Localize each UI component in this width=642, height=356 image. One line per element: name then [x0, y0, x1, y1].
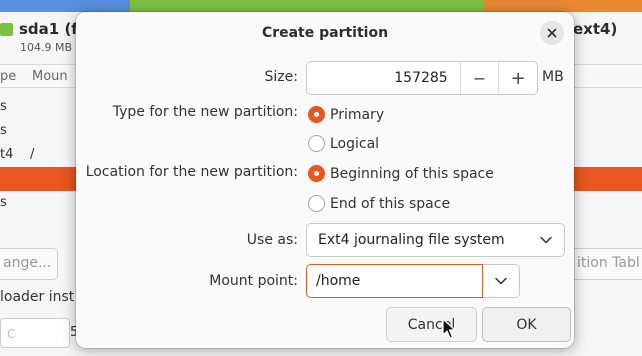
radio-end-indicator[interactable]	[308, 195, 325, 212]
table-cell-mount: /	[30, 147, 35, 162]
chevron-down-icon	[540, 236, 552, 244]
size-decrement-button[interactable]: −	[459, 62, 499, 94]
bootloader-device-text: C	[7, 327, 16, 341]
partition-legend-left: sda1 (fa	[0, 20, 88, 38]
table-cell: s	[0, 195, 7, 210]
ok-button-label: OK	[516, 316, 537, 333]
radio-logical[interactable]: Logical	[308, 135, 379, 152]
minus-icon: −	[472, 68, 487, 88]
mount-point-label: Mount point:	[209, 273, 298, 289]
change-button[interactable]: ange...	[0, 248, 58, 280]
radio-primary-indicator[interactable]	[308, 106, 325, 123]
mouse-pointer-icon	[442, 318, 456, 339]
partition-type-label: Type for the new partition:	[112, 104, 298, 120]
disk-bar-segment-1	[0, 0, 130, 12]
partition-location-label: Location for the new partition:	[85, 164, 298, 180]
disk-bar-segment-3	[484, 0, 642, 12]
column-type-header: pe	[0, 69, 17, 84]
close-button[interactable]	[540, 21, 564, 45]
disk-bar-segment-2	[130, 0, 484, 12]
size-input[interactable]: 157285	[307, 62, 460, 94]
radio-beginning-label: Beginning of this space	[330, 165, 494, 182]
new-partition-table-label: ition Tabl	[577, 255, 640, 271]
filesystem-select[interactable]: Ext4 journaling file system	[306, 223, 565, 257]
bootloader-device-select[interactable]: C	[0, 318, 70, 348]
change-button-label: ange...	[3, 255, 52, 271]
disk-usage-bar	[0, 0, 642, 12]
mount-point-dropdown-button[interactable]	[483, 264, 520, 298]
radio-logical-label: Logical	[330, 135, 380, 152]
dialog-title: Create partition	[261, 25, 389, 41]
table-cell: s	[0, 123, 7, 138]
size-increment-button[interactable]: +	[498, 62, 537, 94]
use-as-label: Use as:	[246, 232, 298, 248]
table-cell: t4	[0, 147, 14, 162]
chevron-down-icon	[495, 277, 507, 285]
partition-legend-right: ext4)	[573, 20, 618, 38]
ok-button[interactable]: OK	[482, 307, 571, 342]
size-spinbox[interactable]: 157285 − +	[306, 61, 538, 95]
radio-beginning[interactable]: Beginning of this space	[308, 165, 494, 182]
mount-point-input[interactable]: /home	[306, 264, 483, 298]
create-partition-dialog: Create partition Size: 157285 − + MB Typ…	[76, 12, 574, 348]
partition-legend-size: 104.9 MB	[20, 41, 73, 54]
partition-color-swatch	[0, 22, 13, 36]
filesystem-select-value: Ext4 journaling file system	[318, 232, 505, 248]
close-icon	[547, 28, 557, 38]
radio-end-label: End of this space	[330, 195, 451, 212]
new-partition-table-button[interactable]: ition Tabl	[566, 248, 642, 280]
radio-beginning-indicator[interactable]	[308, 165, 325, 182]
column-mount-header: Moun	[32, 69, 68, 84]
plus-icon: +	[510, 67, 526, 89]
size-label: Size:	[264, 69, 298, 85]
cancel-button[interactable]: Cancel	[386, 307, 477, 342]
table-cell: s	[0, 99, 7, 114]
radio-primary-label: Primary	[330, 106, 385, 123]
radio-end[interactable]: End of this space	[308, 195, 450, 212]
size-unit-label: MB	[542, 69, 564, 85]
dialog-header: Create partition	[76, 12, 574, 54]
radio-primary[interactable]: Primary	[308, 106, 384, 123]
radio-logical-indicator[interactable]	[308, 135, 325, 152]
bootloader-label: loader inst	[0, 289, 75, 305]
